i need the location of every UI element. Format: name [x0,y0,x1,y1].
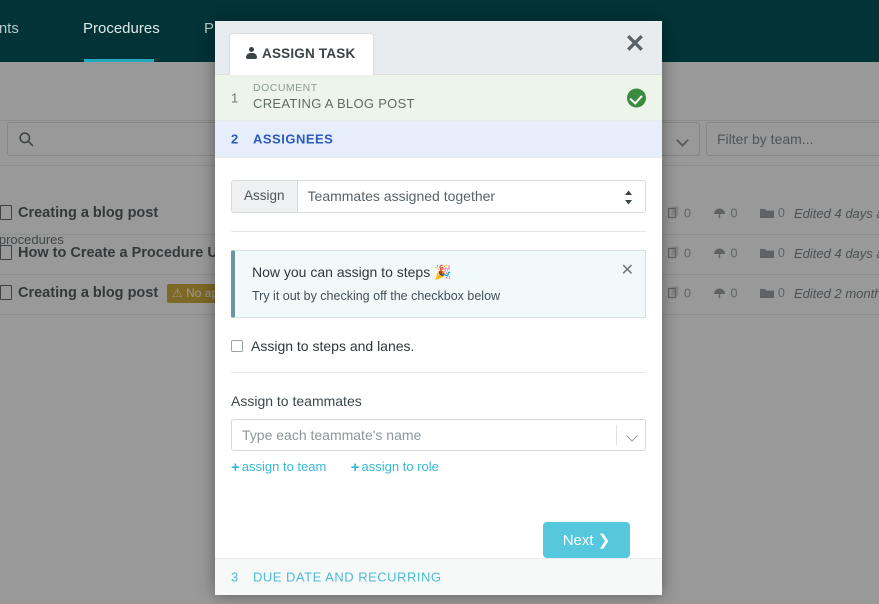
nav-item-procedures[interactable]: Procedures [83,20,160,37]
plus-icon: + [350,459,360,476]
teammates-input-placeholder: Type each teammate's name [242,427,422,443]
plus-icon: + [231,459,240,476]
notification-title: Now you can assign to steps 🎉 [252,264,452,280]
check-circle-icon [627,88,646,107]
assign-addon-label: Assign [231,180,297,213]
assign-to-role-link[interactable]: + assign to role [351,459,439,476]
modal-body: Assign Teammates assigned together Now y… [215,180,662,558]
assign-to-role-label: assign to role [361,459,439,474]
modal-actions: Next ❯ [231,484,646,558]
input-divider [616,425,617,445]
step-due-date-label: DUE DATE AND RECURRING [253,569,442,585]
modal-header: ASSIGN TASK ✕ [215,21,662,75]
assign-shortcut-links: + assign to team + assign to role [231,458,646,476]
step-due-date[interactable]: 3 DUE DATE AND RECURRING [215,558,662,595]
tab-assign-task-label: ASSIGN TASK [262,46,356,61]
step-document[interactable]: 1 DOCUMENT CREATING A BLOG POST [215,75,662,121]
step-number: 1 [231,90,239,105]
chevron-right-icon: ❯ [597,532,611,549]
chevron-down-icon[interactable] [626,430,638,442]
nav-item-p[interactable]: P [204,20,214,37]
step-assignees-label: ASSIGNEES [253,131,334,147]
notification-subtitle: Try it out by checking off the checkbox … [252,289,501,303]
assign-task-modal: ASSIGN TASK ✕ 1 DOCUMENT CREATING A BLOG… [215,21,662,595]
step-number: 2 [231,131,239,147]
teammates-input[interactable]: Type each teammate's name [231,419,646,451]
nav-item-documents[interactable]: ments [0,20,19,37]
tab-assign-task[interactable]: ASSIGN TASK [229,33,375,75]
step-document-title: CREATING A BLOG POST [253,96,415,111]
assign-mode-select[interactable]: Teammates assigned together [296,180,646,213]
assign-to-team-label: assign to team [241,459,327,474]
step-subtitle: DOCUMENT [253,82,318,94]
assign-to-team-link[interactable]: + assign to team [231,459,326,476]
close-icon[interactable]: ✕ [621,260,634,280]
step-assignees[interactable]: 2 ASSIGNEES [215,121,662,158]
up-down-arrows-icon [625,190,632,205]
next-button[interactable]: Next ❯ [543,522,630,558]
assign-to-steps-checkbox[interactable] [231,340,243,352]
close-icon[interactable]: ✕ [620,30,650,60]
assign-to-steps-notification: Now you can assign to steps 🎉 Try it out… [231,250,646,318]
divider [231,372,646,373]
person-icon [246,47,257,59]
assign-mode-row: Assign Teammates assigned together [231,180,646,213]
assign-mode-value: Teammates assigned together [307,188,496,204]
step-number: 3 [231,569,239,585]
divider [231,231,646,232]
assign-to-steps-checkbox-row[interactable]: Assign to steps and lanes. [231,338,646,354]
next-button-label: Next [562,532,594,549]
assign-to-teammates-label: Assign to teammates [231,393,362,409]
assign-to-steps-label: Assign to steps and lanes. [251,338,415,354]
